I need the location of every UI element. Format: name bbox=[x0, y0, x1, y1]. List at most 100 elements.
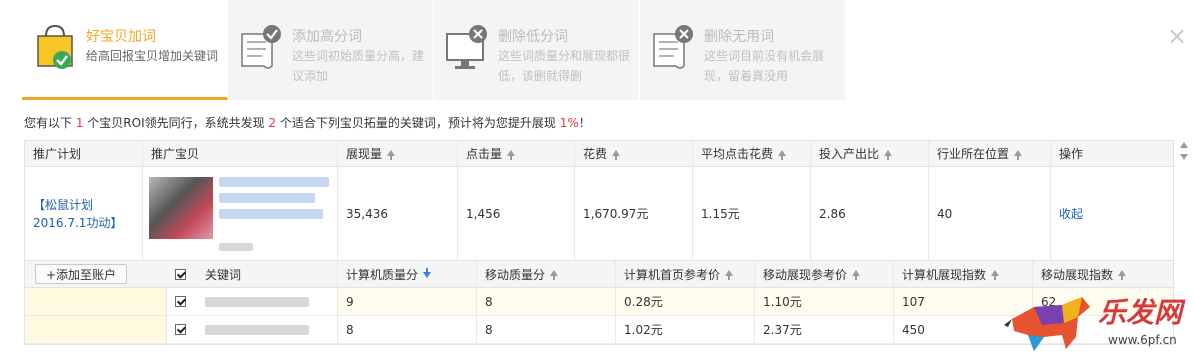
column-header-sortable[interactable]: 移动质量分 bbox=[477, 261, 616, 287]
mobile-price-cell: 2.37元 bbox=[755, 316, 894, 343]
sort-arrow-icon[interactable] bbox=[778, 149, 787, 160]
action-cell: 收起 bbox=[1051, 167, 1173, 260]
tab-add-high-score-keywords[interactable]: 添加高分词 这些词初始质量分高，建议添加 bbox=[228, 0, 434, 100]
collapse-link[interactable]: 收起 bbox=[1059, 205, 1083, 222]
tab-title: 添加高分词 bbox=[292, 29, 362, 45]
watermark: 乐发网 www.6pf.cn bbox=[1004, 287, 1194, 357]
shopping-bag-check-icon bbox=[37, 24, 73, 69]
impressions-cell: 35,436 bbox=[338, 167, 458, 260]
row-checkbox[interactable] bbox=[175, 324, 186, 335]
column-header-sortable[interactable]: 移动展现参考价 bbox=[755, 261, 894, 287]
tab-add-good-item-keywords[interactable]: 好宝贝加词 给高回报宝贝增加关键词 bbox=[22, 0, 228, 100]
item-keyword-table: 推广计划 推广宝贝 展现量 点击量 花费 平均点击花费 投入产出比 行业所在位置… bbox=[24, 140, 1174, 345]
item-title-blurred[interactable] bbox=[219, 177, 329, 187]
select-all-checkbox[interactable] bbox=[175, 268, 186, 280]
checkbox-cell bbox=[167, 288, 197, 315]
mobile-score-cell: 8 bbox=[477, 316, 616, 343]
cost-cell: 1,670.97元 bbox=[575, 167, 693, 260]
sort-arrow-icon[interactable] bbox=[1118, 270, 1127, 280]
column-header: 推广计划 bbox=[25, 141, 143, 166]
position-cell: 40 bbox=[929, 167, 1051, 260]
header-label: 计算机首页参考价 bbox=[624, 267, 721, 282]
column-header-sortable[interactable]: 点击量 bbox=[458, 141, 575, 166]
mobile-score-value: 8 bbox=[485, 294, 493, 309]
pc-price-value: 1.02元 bbox=[624, 323, 663, 337]
column-header-sortable[interactable]: 展现量 bbox=[338, 141, 458, 166]
column-header-sortable[interactable]: 投入产出比 bbox=[811, 141, 929, 166]
close-icon[interactable]: × bbox=[1166, 24, 1188, 48]
tab-title: 删除无用词 bbox=[704, 29, 774, 45]
column-header-sortable[interactable]: 计算机首页参考价 bbox=[616, 261, 755, 287]
header-label: 移动展现指数 bbox=[1041, 267, 1114, 282]
item-cell bbox=[143, 167, 338, 260]
column-header-sortable[interactable]: 花费 bbox=[575, 141, 693, 166]
scroll-down-icon[interactable] bbox=[1180, 154, 1188, 160]
header-label: 移动质量分 bbox=[485, 267, 546, 282]
scrollbar[interactable] bbox=[1178, 142, 1190, 172]
pc-index-value: 450 bbox=[902, 322, 925, 337]
bull-logo-icon bbox=[1004, 297, 1090, 351]
sort-arrow-icon[interactable] bbox=[387, 149, 396, 160]
add-cell: +添加至账户 bbox=[25, 261, 167, 287]
mobile-score-cell: 8 bbox=[477, 288, 616, 315]
header-label: 点击量 bbox=[466, 147, 503, 161]
cpc-cell: 1.15元 bbox=[693, 167, 811, 260]
optimization-tabs: 好宝贝加词 给高回报宝贝增加关键词 添加高分词 这些词初始质量分高，建议添加 删… bbox=[22, 0, 846, 100]
mobile-price-value: 2.37元 bbox=[763, 323, 802, 337]
header-label: 投入产出比 bbox=[819, 147, 880, 161]
pc-index-value: 107 bbox=[902, 294, 925, 309]
column-header-sortable[interactable]: 行业所在位置 bbox=[929, 141, 1051, 166]
select-all-cell bbox=[167, 261, 197, 287]
header-label: 展现量 bbox=[346, 147, 383, 161]
sort-arrow-icon[interactable] bbox=[550, 270, 559, 280]
sort-desc-icon[interactable] bbox=[423, 268, 432, 278]
add-to-account-button[interactable]: +添加至账户 bbox=[35, 264, 128, 284]
spacer-cell bbox=[25, 316, 167, 343]
sort-arrow-icon[interactable] bbox=[884, 149, 893, 160]
tab-description: 给高回报宝贝增加关键词 bbox=[86, 49, 219, 63]
column-header-sortable[interactable]: 计算机展现指数 bbox=[894, 261, 1033, 287]
header-label: 计算机质量分 bbox=[346, 267, 419, 282]
document-check-icon bbox=[241, 25, 281, 69]
pc-score-value: 8 bbox=[346, 322, 354, 337]
item-thumbnail[interactable] bbox=[149, 177, 213, 239]
column-header-sortable[interactable]: 计算机质量分 bbox=[338, 261, 477, 287]
header-label: 操作 bbox=[1059, 147, 1084, 161]
tab-description: 这些词初始质量分高，建议添加 bbox=[292, 49, 425, 83]
header-label: 移动展现参考价 bbox=[763, 267, 848, 282]
header-label: 平均点击花费 bbox=[701, 147, 774, 161]
tab-title: 删除低分词 bbox=[498, 29, 568, 45]
row-checkbox[interactable] bbox=[175, 296, 186, 307]
pc-score-value: 9 bbox=[346, 294, 354, 309]
watermark-url: www.6pf.cn bbox=[1108, 333, 1177, 347]
sort-arrow-icon[interactable] bbox=[1014, 149, 1023, 160]
scroll-up-icon[interactable] bbox=[1180, 142, 1188, 148]
keyword-blurred bbox=[205, 324, 309, 335]
pc-score-cell: 9 bbox=[338, 288, 477, 315]
item-price-blurred bbox=[219, 243, 253, 251]
column-header-sortable[interactable]: 移动展现指数 bbox=[1033, 261, 1173, 287]
plan-link[interactable]: 【松鼠计划2016.7.1功动】 bbox=[33, 196, 142, 232]
watermark-brand: 乐发网 bbox=[1098, 296, 1183, 329]
sort-arrow-icon[interactable] bbox=[612, 149, 621, 160]
sort-arrow-icon[interactable] bbox=[725, 270, 734, 280]
sort-arrow-icon[interactable] bbox=[991, 270, 1000, 280]
header-label: 推广宝贝 bbox=[151, 147, 200, 161]
roi-cell: 2.86 bbox=[811, 167, 929, 260]
sort-arrow-icon[interactable] bbox=[852, 270, 861, 280]
mobile-score-value: 8 bbox=[485, 322, 493, 337]
header-label: 推广计划 bbox=[33, 147, 82, 161]
pc-price-value: 0.28元 bbox=[624, 295, 663, 309]
spacer-cell bbox=[25, 288, 167, 315]
pc-price-cell: 1.02元 bbox=[616, 316, 755, 343]
tab-title: 好宝贝加词 bbox=[86, 29, 156, 45]
column-header-sortable[interactable]: 平均点击花费 bbox=[693, 141, 811, 166]
item-title-blurred bbox=[219, 209, 323, 219]
tab-delete-useless-keywords[interactable]: 删除无用词 这些词目前没有机会展现，留着真没用 bbox=[640, 0, 846, 100]
clicks-cell: 1,456 bbox=[458, 167, 575, 260]
keyword-row: 9 8 0.28元 1.10元 107 62 bbox=[25, 288, 1173, 316]
pc-price-cell: 0.28元 bbox=[616, 288, 755, 315]
column-header: 操作 bbox=[1051, 141, 1173, 166]
sort-arrow-icon[interactable] bbox=[507, 149, 516, 160]
tab-delete-low-score-keywords[interactable]: 删除低分词 这些词质量分和展现都很低，该删就得删 bbox=[434, 0, 640, 100]
